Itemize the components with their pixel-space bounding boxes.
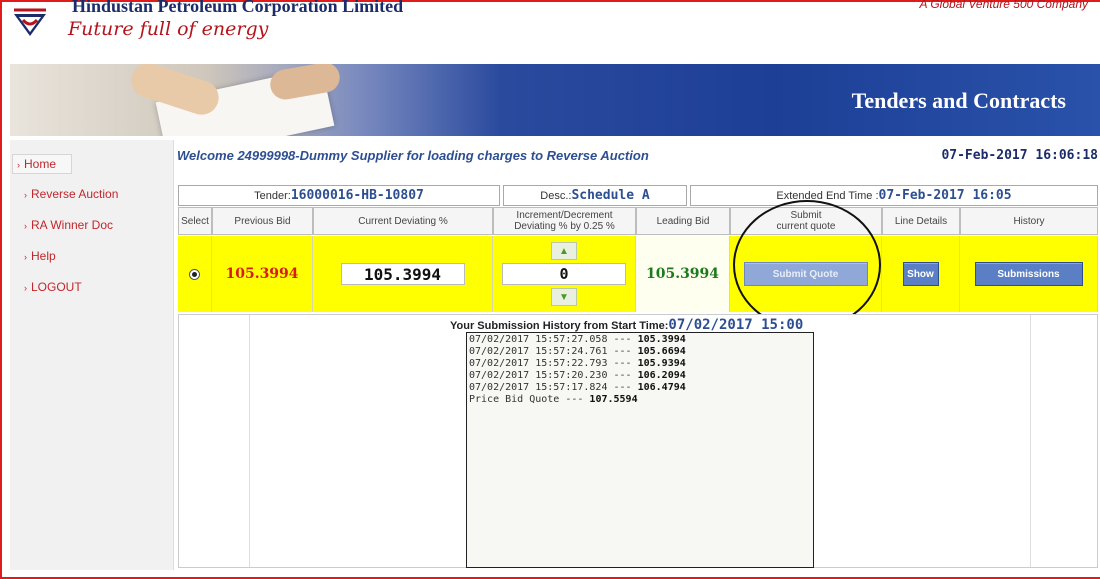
bid-grid: Select Previous Bid Current Deviating % …: [178, 207, 1098, 313]
end-time-label: Extended End Time :: [776, 190, 879, 202]
banner-hand-image-2: [267, 64, 343, 102]
decrement-down-button[interactable]: ▼: [551, 288, 577, 306]
header: Hindustan Petroleum Corporation Limited …: [2, 0, 1100, 64]
history-list[interactable]: 07/02/2017 15:57:27.058 --- 105.3994 07/…: [466, 332, 814, 568]
history-entry: 07/02/2017 15:57:20.230 --- 106.2094: [469, 370, 811, 382]
history-title: Your Submission History from Start Time:…: [450, 317, 803, 333]
history-entry-time: 07/02/2017 15:57:27.058 ---: [469, 334, 632, 345]
header-leading-bid: Leading Bid: [636, 207, 730, 235]
arrow-icon: ›: [17, 160, 20, 170]
tagline: Future full of energy: [68, 18, 269, 40]
history-entry-time: 07/02/2017 15:57:20.230 ---: [469, 370, 632, 381]
leading-bid-cell: 105.3994: [636, 236, 730, 312]
history-title-text: Your Submission History from Start Time:: [450, 320, 669, 332]
increment-stepper: ▲ 0 ▼: [502, 242, 626, 306]
history-cell: Submissions: [960, 236, 1098, 312]
sidebar-item-label: RA Winner Doc: [31, 218, 114, 232]
submit-quote-button[interactable]: Submit Quote: [743, 262, 868, 286]
banner: Tenders and Contracts: [10, 64, 1100, 136]
header-history: History: [960, 207, 1098, 235]
tender-label: Tender:: [254, 190, 291, 202]
desc-value: Schedule A: [571, 188, 650, 203]
line-details-cell: Show: [882, 236, 960, 312]
end-time-cell: Extended End Time :07-Feb-2017 16:05: [690, 185, 1098, 206]
increment-field[interactable]: 0: [502, 263, 626, 285]
select-radio[interactable]: [189, 268, 200, 280]
sidebar-item-help[interactable]: › Help: [10, 241, 173, 272]
sidebar: › Home › Reverse Auction › RA Winner Doc › H…: [10, 140, 174, 570]
previous-bid-cell: 105.3994: [212, 236, 313, 312]
header-line-details: Line Details: [882, 207, 960, 235]
header-submit: Submit current quote: [730, 207, 882, 235]
header-submit-line1: Submit: [790, 210, 822, 221]
history-panel: Your Submission History from Start Time:…: [249, 315, 1031, 568]
select-cell: [178, 236, 212, 312]
arrow-icon: ›: [24, 283, 27, 293]
tender-cell: Tender:16000016-HB-10807: [178, 185, 500, 206]
desc-label: Desc.:: [540, 190, 572, 202]
history-entry: 07/02/2017 15:57:22.793 --- 105.9394: [469, 358, 811, 370]
arrow-icon: ›: [24, 252, 27, 262]
current-deviating-cell: 105.3994: [313, 236, 493, 312]
history-entry: 07/02/2017 15:57:27.058 --- 105.3994: [469, 334, 811, 346]
desc-cell: Desc.:Schedule A: [503, 185, 687, 206]
sidebar-item-ra-winner-doc[interactable]: › RA Winner Doc: [10, 210, 173, 241]
sidebar-item-label: Home: [24, 157, 57, 171]
price-bid-quote: Price Bid Quote --- 107.5594: [469, 394, 811, 406]
sidebar-item-home[interactable]: › Home: [12, 154, 72, 174]
history-entry-time: 07/02/2017 15:57:17.824 ---: [469, 382, 632, 393]
tender-info-row: Tender:16000016-HB-10807 Desc.:Schedule …: [178, 185, 1098, 206]
current-deviating-field: 105.3994: [340, 263, 465, 285]
increment-up-button[interactable]: ▲: [551, 242, 577, 260]
price-bid-value: 107.5594: [589, 394, 638, 405]
history-start-time: 07/02/2017 15:00: [668, 317, 804, 333]
history-entry-value: 105.6694: [637, 346, 686, 357]
sidebar-item-reverse-auction[interactable]: › Reverse Auction: [10, 179, 173, 210]
header-previous-bid: Previous Bid: [212, 207, 313, 235]
sidebar-item-logout[interactable]: › LOGOUT: [10, 272, 173, 303]
history-entry-value: 106.4794: [637, 382, 686, 393]
welcome-message: Welcome 24999998-Dummy Supplier for load…: [177, 148, 649, 163]
history-entry-time: 07/02/2017 15:57:24.761 ---: [469, 346, 632, 357]
top-right-text: A Global Venture 500 Company: [919, 0, 1088, 11]
previous-bid-value: 105.3994: [225, 266, 299, 282]
company-name: Hindustan Petroleum Corporation Limited: [72, 0, 404, 16]
arrow-icon: ›: [24, 190, 27, 200]
header-increment: Increment/Decrement Deviating % by 0.25 …: [493, 207, 636, 235]
submit-cell: Submit Quote: [730, 236, 882, 312]
sidebar-item-label: Help: [31, 249, 56, 263]
header-submit-line2: current quote: [776, 221, 836, 232]
increment-cell: ▲ 0 ▼: [493, 236, 636, 312]
arrow-icon: ›: [24, 221, 27, 231]
header-select: Select: [178, 207, 212, 235]
history-entry: 07/02/2017 15:57:24.761 --- 105.6694: [469, 346, 811, 358]
header-increment-line2: Deviating % by 0.25 %: [514, 221, 615, 232]
sidebar-item-label: Reverse Auction: [31, 187, 119, 201]
leading-bid-value: 105.3994: [645, 266, 720, 282]
sidebar-item-label: LOGOUT: [31, 280, 82, 294]
show-button[interactable]: Show: [902, 262, 939, 286]
history-entry: 07/02/2017 15:57:17.824 --- 106.4794: [469, 382, 811, 394]
submissions-button[interactable]: Submissions: [974, 262, 1083, 286]
history-entry-value: 106.2094: [637, 370, 686, 381]
end-time-value: 07-Feb-2017 16:05: [878, 188, 1012, 203]
header-current-deviating: Current Deviating %: [313, 207, 493, 235]
current-datetime: 07-Feb-2017 16:06:18: [941, 148, 1098, 163]
hp-logo-icon: [14, 8, 46, 36]
history-entry-value: 105.9394: [637, 358, 686, 369]
chevron-down-icon: ▼: [559, 291, 569, 303]
history-area: Your Submission History from Start Time:…: [178, 314, 1098, 568]
banner-title: Tenders and Contracts: [851, 88, 1066, 113]
tender-number: 16000016-HB-10807: [290, 188, 424, 203]
history-entry-value: 105.3994: [637, 334, 686, 345]
header-increment-line1: Increment/Decrement: [516, 210, 613, 221]
history-entry-time: 07/02/2017 15:57:22.793 ---: [469, 358, 632, 369]
chevron-up-icon: ▲: [559, 245, 569, 257]
price-bid-label: Price Bid Quote ---: [469, 394, 584, 405]
